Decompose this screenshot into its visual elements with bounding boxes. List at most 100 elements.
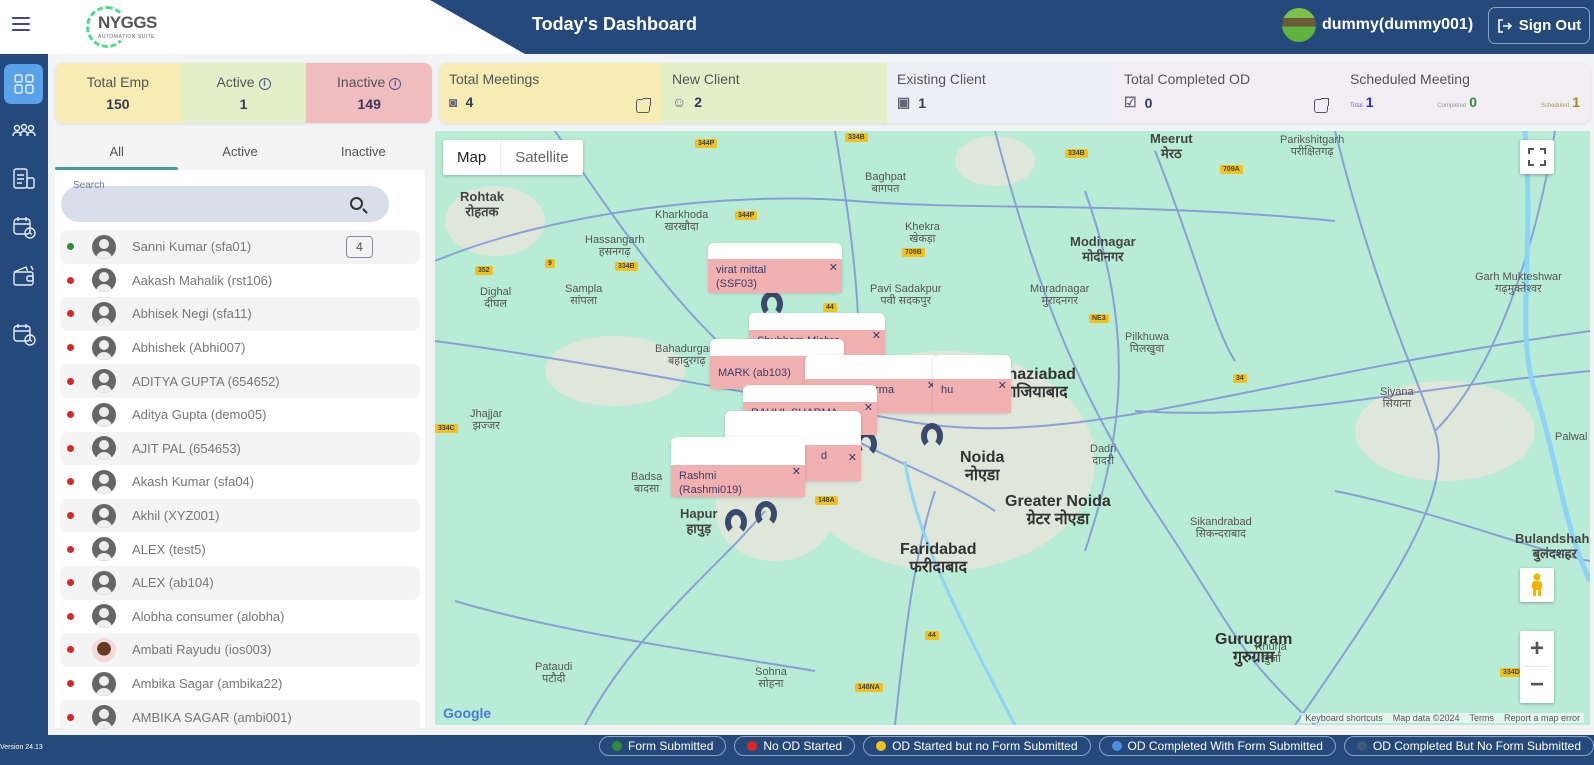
report-error-link[interactable]: Report a map error bbox=[1504, 713, 1580, 723]
employee-row[interactable]: Ambati Rayudu (ios003) bbox=[60, 633, 420, 667]
employee-row[interactable]: ADITYA GUPTA (654652) bbox=[60, 364, 420, 398]
card-new-client[interactable]: New Client ☺ 2 bbox=[662, 63, 887, 123]
zoom-in-button[interactable]: + bbox=[1525, 631, 1549, 667]
map-place-label: Meerut मेरठ bbox=[1150, 131, 1193, 161]
place-name-hindi: परीक्षितगढ़ bbox=[1290, 146, 1334, 158]
close-icon[interactable]: ✕ bbox=[864, 401, 873, 414]
map-place-label: Jhajjar झज्जर bbox=[470, 408, 502, 432]
stat-inactive[interactable]: Inactive i 149 bbox=[306, 63, 432, 123]
place-name-hindi: दीघल bbox=[484, 298, 507, 310]
info-window-name: hu bbox=[941, 384, 954, 396]
info-window[interactable]: virat mittal (SSF03) ✕ bbox=[708, 243, 842, 293]
reports-icon bbox=[12, 168, 35, 189]
close-icon[interactable]: ✕ bbox=[998, 379, 1007, 392]
nav-calendar-clock[interactable] bbox=[4, 207, 43, 247]
open-external-icon[interactable] bbox=[636, 98, 651, 113]
avatar bbox=[92, 671, 116, 696]
user-profile[interactable]: dummy(dummy001) bbox=[1282, 8, 1473, 42]
sign-out-button[interactable]: Sign Out bbox=[1488, 7, 1590, 44]
highway-shield: 334B bbox=[845, 133, 868, 142]
nav-schedule[interactable] bbox=[4, 314, 43, 354]
status-dot bbox=[67, 512, 74, 520]
employee-row[interactable]: Aakash Mahalik (rst106) bbox=[60, 264, 420, 298]
info-window[interactable]: Rashmi (Rashmi019) ✕ bbox=[671, 437, 805, 497]
nav-wallet[interactable] bbox=[4, 256, 43, 296]
legend-item: OD Started but no Form Submitted bbox=[863, 736, 1091, 756]
keyboard-shortcuts-link[interactable]: Keyboard shortcuts bbox=[1305, 713, 1383, 723]
open-external-icon[interactable] bbox=[1314, 98, 1329, 113]
map-type-map-button[interactable]: Map bbox=[443, 140, 500, 175]
map-marker[interactable] bbox=[725, 509, 747, 535]
nav-team[interactable] bbox=[4, 111, 43, 151]
place-name: Rohtak bbox=[460, 189, 505, 204]
tab-active[interactable]: Active bbox=[178, 128, 301, 170]
stat-active[interactable]: Active i 1 bbox=[180, 63, 307, 123]
info-window[interactable]: hu ✕ bbox=[933, 355, 1011, 413]
map-place-label: Baghpat बागपत bbox=[865, 171, 906, 195]
map-marker[interactable] bbox=[755, 501, 777, 527]
map-view[interactable]: Rohtak रोहतक Meerut मेरठ Modinagar मोदीनगर Gha… bbox=[435, 131, 1590, 725]
status-dot bbox=[67, 310, 74, 318]
place-name-hindi: खेकड़ा bbox=[909, 233, 936, 245]
close-icon[interactable]: ✕ bbox=[829, 261, 838, 274]
stat-total-emp[interactable]: Total Emp 150 bbox=[55, 63, 181, 123]
map-place-label: Garh Mukteshwar गढ़मुक्तेश्वर bbox=[1475, 271, 1562, 295]
map-place-label: Sikandrabad सिकन्दराबाद bbox=[1190, 516, 1252, 540]
place-name-hindi: सिकन्दराबाद bbox=[1195, 528, 1247, 540]
employee-row[interactable]: Abhisek Negi (sfa11) bbox=[60, 297, 420, 331]
avatar bbox=[92, 436, 116, 461]
fullscreen-button[interactable] bbox=[1520, 140, 1554, 174]
nav-reports[interactable] bbox=[4, 159, 43, 199]
card-existing-client[interactable]: Existing Client ▣ 1 bbox=[887, 63, 1114, 123]
terms-link[interactable]: Terms bbox=[1469, 713, 1494, 723]
place-name: Modinagar bbox=[1070, 234, 1136, 249]
employee-row[interactable]: Sanni Kumar (sfa01) 4 bbox=[60, 230, 420, 264]
search-icon[interactable] bbox=[350, 197, 363, 210]
tab-all[interactable]: All bbox=[55, 128, 179, 170]
map-place-label: Sampla सांपला bbox=[565, 283, 602, 307]
employee-row[interactable]: Alobha consumer (alobha) bbox=[60, 600, 420, 634]
close-icon[interactable]: ✕ bbox=[872, 329, 881, 342]
employee-row[interactable]: Abhishek (Abhi007) bbox=[60, 331, 420, 365]
employee-row[interactable]: Akhil (XYZ001) bbox=[60, 498, 420, 533]
close-icon[interactable]: ✕ bbox=[848, 451, 857, 464]
card-completed-od[interactable]: Total Completed OD ☑ 0 bbox=[1114, 63, 1340, 123]
nyggs-logo: NYGGS AUTOMATION SUITE bbox=[86, 6, 157, 48]
zoom-out-button[interactable]: − bbox=[1530, 667, 1544, 703]
employee-row[interactable]: ALEX (test5) bbox=[60, 532, 420, 566]
card-total-meetings[interactable]: Total Meetings ◙ 4 bbox=[439, 63, 662, 123]
employee-row[interactable]: AJIT PAL (654653) bbox=[60, 431, 420, 466]
client-book-icon: ▣ bbox=[897, 94, 911, 110]
employee-row[interactable]: ALEX (ab104) bbox=[60, 565, 420, 600]
employee-row[interactable]: Akash Kumar (sfa04) bbox=[60, 465, 420, 499]
employee-row[interactable]: Aditya Gupta (demo05) bbox=[60, 398, 420, 432]
search-input[interactable] bbox=[61, 186, 389, 222]
legend-dot-icon bbox=[876, 741, 887, 751]
menu-toggle-button[interactable] bbox=[12, 17, 30, 31]
map-type-satellite-button[interactable]: Satellite bbox=[500, 140, 582, 175]
highway-shield: 34 bbox=[1233, 374, 1247, 383]
card-scheduled-meeting[interactable]: Scheduled Meeting Total 1 Completed 0 Sche… bbox=[1340, 63, 1590, 123]
employee-row[interactable]: Ambika Sagar (ambika22) bbox=[60, 667, 420, 701]
meeting-icon: ◙ bbox=[449, 94, 458, 110]
stat-label: Active bbox=[216, 74, 255, 90]
total-value: 1 bbox=[1365, 94, 1374, 110]
street-view-pegman[interactable] bbox=[1520, 568, 1554, 602]
legend-label: OD Completed With Form Submitted bbox=[1127, 739, 1323, 753]
info-icon[interactable]: i bbox=[389, 78, 402, 90]
tab-inactive[interactable]: Inactive bbox=[302, 128, 425, 170]
employee-row[interactable]: AMBIKA SAGAR (ambi001) bbox=[60, 700, 420, 734]
nav-dashboard[interactable] bbox=[4, 64, 43, 104]
status-dot bbox=[67, 344, 74, 352]
highway-shield: 44 bbox=[823, 303, 837, 312]
map-place-label: Dadri दादरी bbox=[1090, 443, 1116, 467]
map-place-label: Noida नोएडा bbox=[960, 449, 1004, 485]
stat-label: Inactive bbox=[337, 74, 386, 90]
place-name: Greater Noida bbox=[1005, 493, 1111, 510]
close-icon[interactable]: ✕ bbox=[792, 465, 801, 478]
info-icon[interactable]: i bbox=[258, 78, 271, 90]
map-marker[interactable] bbox=[921, 423, 943, 449]
place-name: Siyana bbox=[1380, 386, 1414, 398]
stat-value: 149 bbox=[357, 96, 381, 112]
employee-name: Akash Kumar (sfa04) bbox=[132, 474, 255, 490]
